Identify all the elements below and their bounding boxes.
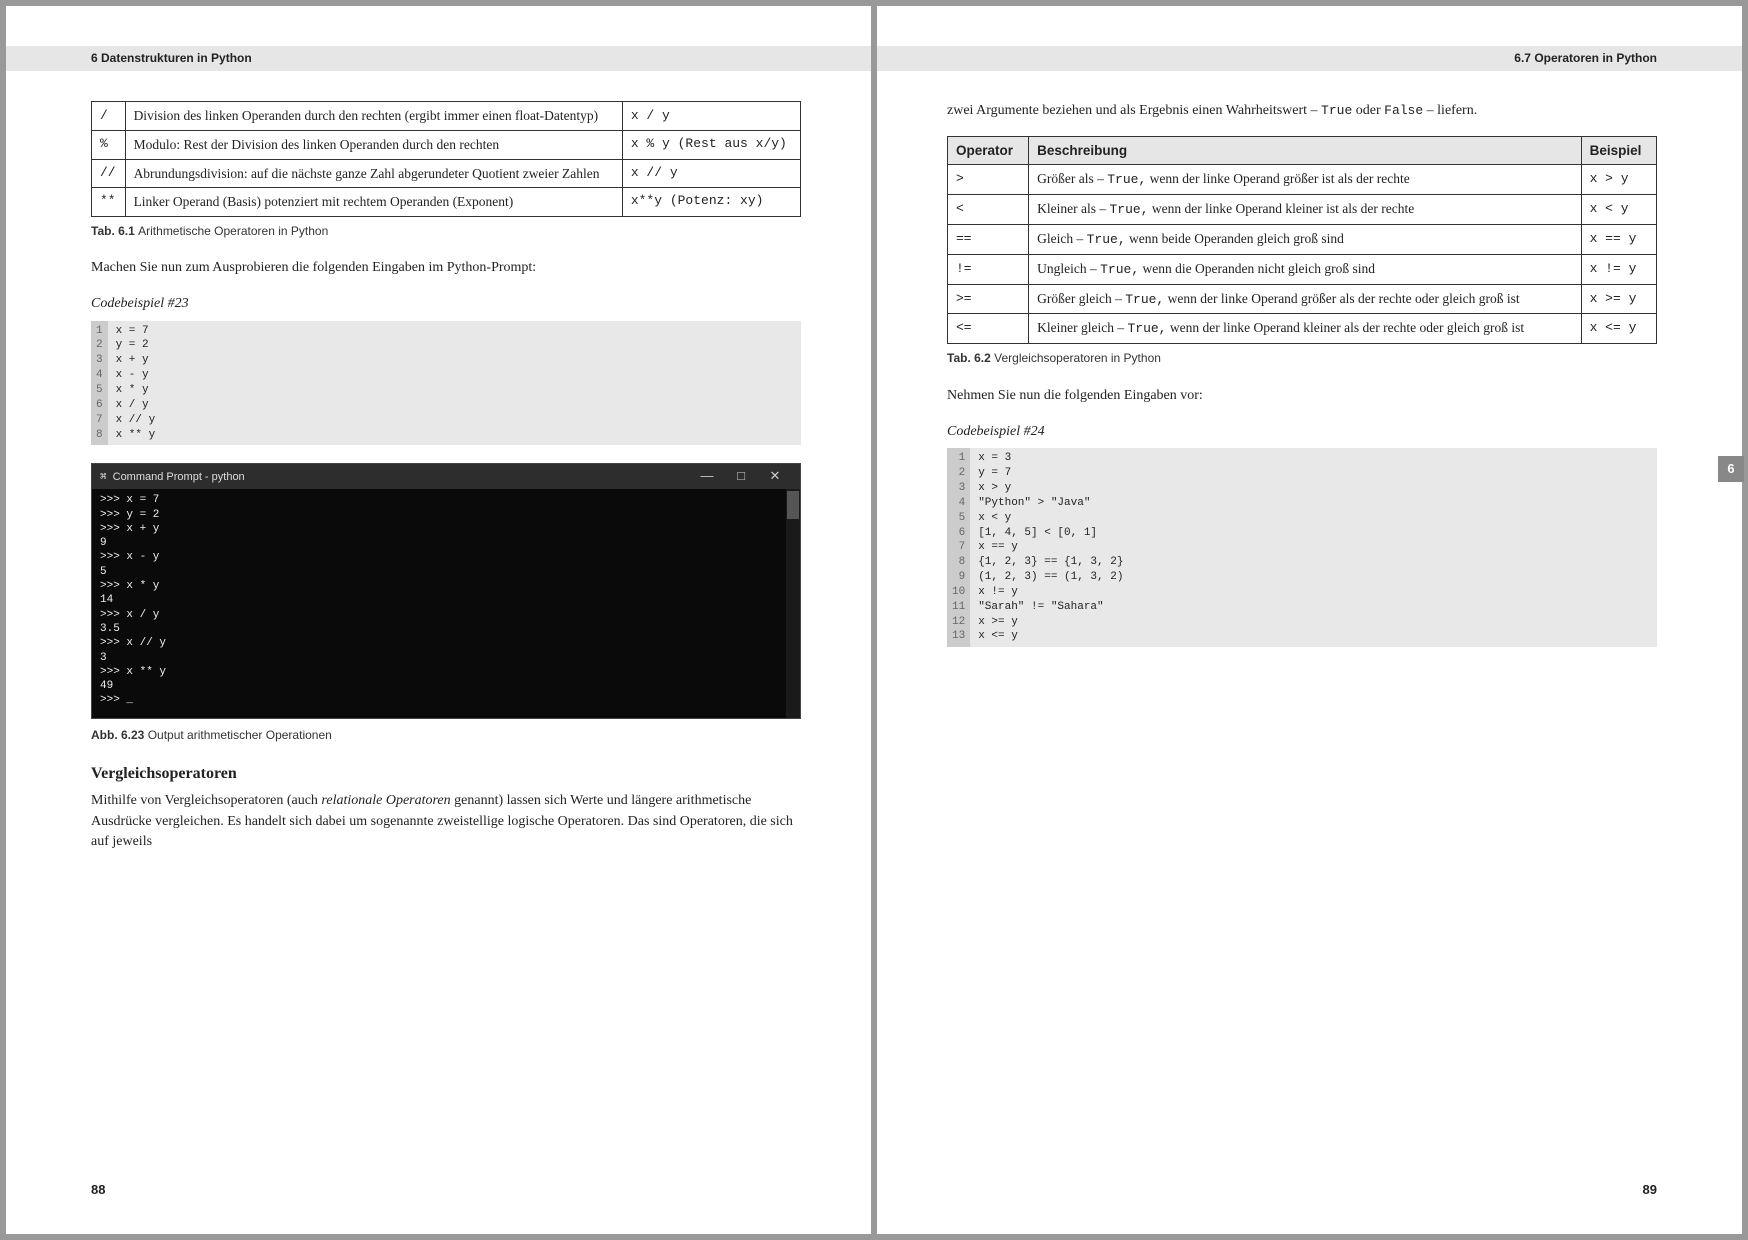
chapter-thumb-tab: 6 bbox=[1718, 456, 1744, 482]
terminal-output: >>> x = 7 >>> y = 2 >>> x + y 9 >>> x - … bbox=[92, 489, 800, 717]
paragraph: zwei Argumente beziehen und als Ergebnis… bbox=[947, 101, 1657, 121]
desc-cell: Kleiner gleich – True, wenn der linke Op… bbox=[1029, 314, 1581, 344]
op-cell: / bbox=[92, 102, 126, 131]
table-header-row: Operator Beschreibung Beispiel bbox=[948, 136, 1657, 165]
figure-caption-23: Abb. 6.23 Output arithmetischer Operatio… bbox=[91, 727, 801, 744]
example-cell: x != y bbox=[1581, 254, 1656, 284]
code-example-24-title: Codebeispiel #24 bbox=[947, 422, 1657, 442]
page-left: 6 Datenstrukturen in Python /Division de… bbox=[6, 6, 871, 1234]
code-example-24: 1 2 3 4 5 6 7 8 9 10 11 12 13 x = 3 y = … bbox=[947, 448, 1657, 647]
example-cell: x % y (Rest aus x/y) bbox=[622, 130, 800, 159]
desc-cell: Division des linken Operanden durch den … bbox=[125, 102, 622, 131]
table-row: >Größer als – True, wenn der linke Opera… bbox=[948, 165, 1657, 195]
example-cell: x == y bbox=[1581, 224, 1656, 254]
terminal-titlebar: ⌘ Command Prompt - python — □ ✕ bbox=[92, 464, 800, 489]
code-body: x = 3 y = 7 x > y "Python" > "Java" x < … bbox=[970, 448, 1657, 647]
paragraph: Nehmen Sie nun die folgenden Eingaben vo… bbox=[947, 386, 1657, 406]
op-cell: < bbox=[948, 195, 1029, 225]
running-header-left: 6 Datenstrukturen in Python bbox=[6, 46, 871, 71]
op-cell: == bbox=[948, 224, 1029, 254]
op-cell: != bbox=[948, 254, 1029, 284]
scroll-thumb[interactable] bbox=[787, 491, 799, 519]
maximize-icon[interactable]: □ bbox=[724, 468, 758, 485]
paragraph: Machen Sie nun zum Ausprobieren die folg… bbox=[91, 258, 801, 278]
close-icon[interactable]: ✕ bbox=[758, 468, 792, 485]
op-cell: >= bbox=[948, 284, 1029, 314]
table-row: //Abrundungsdivision: auf die nächste ga… bbox=[92, 159, 801, 188]
heading-comparison-ops: Vergleichsoperatoren bbox=[91, 762, 801, 785]
table-row: <=Kleiner gleich – True, wenn der linke … bbox=[948, 314, 1657, 344]
desc-cell: Größer gleich – True, wenn der linke Ope… bbox=[1029, 284, 1581, 314]
table-caption-1: Tab. 6.1 Arithmetische Operatoren in Pyt… bbox=[91, 223, 801, 240]
table-row: ==Gleich – True, wenn beide Operanden gl… bbox=[948, 224, 1657, 254]
table-row: <Kleiner als – True, wenn der linke Oper… bbox=[948, 195, 1657, 225]
desc-cell: Linker Operand (Basis) potenziert mit re… bbox=[125, 188, 622, 217]
table-row: !=Ungleich – True, wenn die Operanden ni… bbox=[948, 254, 1657, 284]
op-cell: > bbox=[948, 165, 1029, 195]
page-number-left: 88 bbox=[91, 1181, 105, 1200]
page-right: 6.7 Operatoren in Python zwei Argumente … bbox=[877, 6, 1742, 1234]
cmd-icon: ⌘ bbox=[100, 470, 107, 484]
code-body: x = 7 y = 2 x + y x - y x * y x / y x //… bbox=[108, 321, 801, 446]
page-spread: 6 Datenstrukturen in Python /Division de… bbox=[6, 6, 1742, 1234]
example-cell: x**y (Potenz: xy) bbox=[622, 188, 800, 217]
desc-cell: Kleiner als – True, wenn der linke Opera… bbox=[1029, 195, 1581, 225]
line-numbers: 1 2 3 4 5 6 7 8 bbox=[91, 321, 108, 446]
desc-cell: Modulo: Rest der Division des linken Ope… bbox=[125, 130, 622, 159]
op-cell: <= bbox=[948, 314, 1029, 344]
example-cell: x > y bbox=[1581, 165, 1656, 195]
desc-cell: Abrundungsdivision: auf die nächste ganz… bbox=[125, 159, 622, 188]
terminal-window: ⌘ Command Prompt - python — □ ✕ >>> x = … bbox=[91, 463, 801, 718]
table-row: %Modulo: Rest der Division des linken Op… bbox=[92, 130, 801, 159]
code-example-23: 1 2 3 4 5 6 7 8 x = 7 y = 2 x + y x - y … bbox=[91, 321, 801, 446]
table-arithmetic-ops: /Division des linken Operanden durch den… bbox=[91, 101, 801, 216]
scrollbar[interactable] bbox=[786, 489, 800, 717]
minimize-icon[interactable]: — bbox=[690, 468, 724, 485]
terminal-title: Command Prompt - python bbox=[113, 470, 690, 484]
example-cell: x // y bbox=[622, 159, 800, 188]
table-row: /Division des linken Operanden durch den… bbox=[92, 102, 801, 131]
desc-cell: Gleich – True, wenn beide Operanden glei… bbox=[1029, 224, 1581, 254]
line-numbers: 1 2 3 4 5 6 7 8 9 10 11 12 13 bbox=[947, 448, 970, 647]
table-caption-2: Tab. 6.2 Vergleichsoperatoren in Python bbox=[947, 350, 1657, 367]
op-cell: ** bbox=[92, 188, 126, 217]
table-comparison-ops: Operator Beschreibung Beispiel >Größer a… bbox=[947, 136, 1657, 345]
desc-cell: Ungleich – True, wenn die Operanden nich… bbox=[1029, 254, 1581, 284]
example-cell: x / y bbox=[622, 102, 800, 131]
table-row: >=Größer gleich – True, wenn der linke O… bbox=[948, 284, 1657, 314]
op-cell: % bbox=[92, 130, 126, 159]
code-example-23-title: Codebeispiel #23 bbox=[91, 294, 801, 314]
table-row: **Linker Operand (Basis) potenziert mit … bbox=[92, 188, 801, 217]
paragraph: Mithilfe von Vergleichsoperatoren (auch … bbox=[91, 791, 801, 852]
desc-cell: Größer als – True, wenn der linke Operan… bbox=[1029, 165, 1581, 195]
page-number-right: 89 bbox=[1643, 1181, 1657, 1200]
example-cell: x <= y bbox=[1581, 314, 1656, 344]
running-header-right: 6.7 Operatoren in Python bbox=[877, 46, 1742, 71]
example-cell: x < y bbox=[1581, 195, 1656, 225]
op-cell: // bbox=[92, 159, 126, 188]
example-cell: x >= y bbox=[1581, 284, 1656, 314]
